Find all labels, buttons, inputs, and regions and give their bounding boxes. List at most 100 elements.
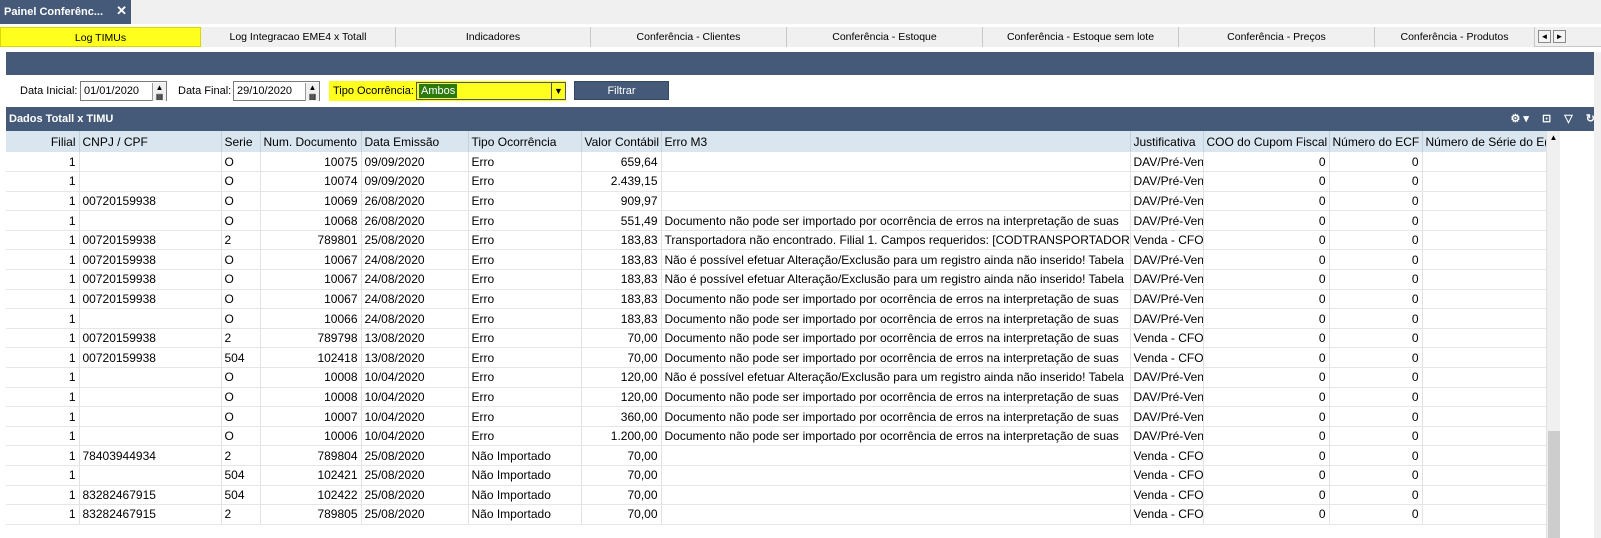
tab-next-button[interactable]: ► [1553,30,1566,43]
table-row[interactable]: 1 O 10008 10/04/2020 Erro 120,00 Documento não… [6,387,1546,408]
tab-conferencia-estoque[interactable]: Conferência - Estoque [787,27,983,47]
table-cell[interactable]: 1 [6,347,80,369]
table-cell[interactable] [79,387,222,408]
table-cell[interactable]: 70,00 [581,328,662,349]
table-cell[interactable]: 10/04/2020 [361,426,469,447]
tab-conferencia-produtos[interactable]: Conferência - Produtos [1375,27,1535,47]
table-cell[interactable]: 0 [1329,485,1423,506]
table-cell[interactable]: 1 [6,210,80,231]
table-cell[interactable]: O [221,387,261,408]
table-cell[interactable] [1422,504,1546,525]
table-row[interactable]: 1 504 102421 25/08/2020 Não Importado 70,00 Ve… [6,465,1546,486]
grid-scrollbar[interactable]: ▲ [1546,131,1560,538]
table-cell[interactable]: 25/08/2020 [361,230,469,251]
table-cell[interactable] [661,171,1131,192]
table-cell[interactable]: 25/08/2020 [361,485,469,506]
table-row[interactable]: 1 O 10066 24/08/2020 Erro 183,83 Documento não… [6,308,1546,329]
table-row[interactable]: 1 O 10074 09/09/2020 Erro 2.439,15 DAV/Pré-Ven… [6,171,1546,192]
table-cell[interactable]: 0 [1329,504,1423,525]
table-row[interactable]: 1 83282467915 504 102422 25/08/2020 Não Impor… [6,485,1546,506]
table-cell[interactable]: 360,00 [581,406,662,427]
table-cell[interactable]: 102418 [260,347,362,369]
table-cell[interactable]: 183,83 [581,269,662,290]
table-cell[interactable]: O [221,210,261,231]
table-cell[interactable]: Venda - CFO [1130,445,1204,466]
table-cell[interactable]: Não é possível efetuar Alteração/Exclusã… [661,269,1131,290]
table-cell[interactable]: 120,00 [581,367,662,388]
table-cell[interactable]: 0 [1329,426,1423,447]
table-cell[interactable]: O [221,426,261,447]
table-cell[interactable]: 1 [6,504,80,525]
column-header[interactable]: Justificativa [1130,131,1204,152]
table-cell[interactable]: 2.439,15 [581,171,662,192]
table-cell[interactable]: O [221,289,261,310]
table-cell[interactable]: DAV/Pré-Ven [1130,210,1204,231]
table-cell[interactable]: 70,00 [581,445,662,466]
table-cell[interactable]: 70,00 [581,504,662,525]
table-cell[interactable]: 10067 [260,289,362,310]
table-cell[interactable]: 10/04/2020 [361,387,469,408]
table-cell[interactable]: DAV/Pré-Ven [1130,249,1204,271]
table-cell[interactable] [1422,465,1546,486]
chevron-down-icon[interactable]: ▼ [551,83,565,99]
table-cell[interactable]: 1 [6,249,80,271]
table-cell[interactable]: 0 [1203,367,1330,388]
table-cell[interactable]: 70,00 [581,347,662,369]
table-cell[interactable]: 0 [1329,406,1423,427]
table-cell[interactable]: 25/08/2020 [361,465,469,486]
table-cell[interactable]: 551,49 [581,210,662,231]
table-cell[interactable] [1422,230,1546,251]
calendar-icon[interactable]: ▲ ▦ [305,83,319,101]
table-cell[interactable]: 10075 [260,152,362,173]
table-row[interactable]: 1 00720159938 O 10069 26/08/2020 Erro 909,97 DA… [6,191,1546,212]
table-cell[interactable]: Erro [468,426,582,447]
table-cell[interactable] [79,171,222,192]
table-cell[interactable]: 504 [221,465,261,486]
column-header[interactable]: Serie [221,131,261,152]
table-cell[interactable]: DAV/Pré-Ven [1130,367,1204,388]
table-cell[interactable] [79,465,222,486]
table-cell[interactable] [1422,308,1546,329]
table-cell[interactable]: Não Importado [468,485,582,506]
table-cell[interactable] [1422,249,1546,271]
tab-conferencia-clientes[interactable]: Conferência - Clientes [591,27,787,47]
table-cell[interactable]: Erro [468,171,582,192]
table-row[interactable]: 1 O 10008 10/04/2020 Erro 120,00 Não é possíve… [6,367,1546,388]
table-cell[interactable]: 00720159938 [79,347,222,369]
tab-log-integracao[interactable]: Log Integracao EME4 x Totall [201,27,396,47]
table-cell[interactable]: Erro [468,289,582,310]
table-cell[interactable]: 789801 [260,230,362,251]
table-cell[interactable]: Erro [468,406,582,427]
table-cell[interactable]: Documento não pode ser importado por oco… [661,289,1131,310]
table-cell[interactable] [661,445,1131,466]
table-cell[interactable]: 504 [221,347,261,369]
table-cell[interactable]: Documento não pode ser importado por oco… [661,426,1131,447]
column-header[interactable]: Número do ECF [1329,131,1423,152]
table-cell[interactable]: Erro [468,210,582,231]
table-cell[interactable]: 183,83 [581,289,662,310]
table-cell[interactable]: 2 [221,445,261,466]
table-row[interactable]: 1 00720159938 504 102418 13/08/2020 Erro 70,00… [6,347,1546,369]
table-cell[interactable]: 0 [1329,328,1423,349]
table-cell[interactable]: 504 [221,485,261,506]
table-cell[interactable]: Não Importado [468,504,582,525]
table-cell[interactable]: 83282467915 [79,504,222,525]
table-cell[interactable]: 1 [6,328,80,349]
table-cell[interactable]: DAV/Pré-Ven [1130,387,1204,408]
table-cell[interactable]: 2 [221,328,261,349]
table-cell[interactable]: Venda - CFO [1130,504,1204,525]
table-cell[interactable]: 13/08/2020 [361,328,469,349]
table-row[interactable]: 1 00720159938 O 10067 24/08/2020 Erro 183,83 Nã… [6,249,1546,271]
table-cell[interactable]: 0 [1329,445,1423,466]
table-cell[interactable]: 25/08/2020 [361,504,469,525]
table-cell[interactable] [1422,367,1546,388]
table-cell[interactable]: Venda - CFO [1130,230,1204,251]
table-cell[interactable]: 0 [1203,328,1330,349]
scroll-up-icon[interactable]: ▲ [1547,131,1560,145]
table-cell[interactable]: O [221,249,261,271]
table-cell[interactable] [79,426,222,447]
table-row[interactable]: 1 78403944934 2 789804 25/08/2020 Não Importa… [6,445,1546,466]
table-cell[interactable] [79,367,222,388]
table-cell[interactable]: 0 [1203,289,1330,310]
column-header[interactable]: Filial [6,131,80,152]
